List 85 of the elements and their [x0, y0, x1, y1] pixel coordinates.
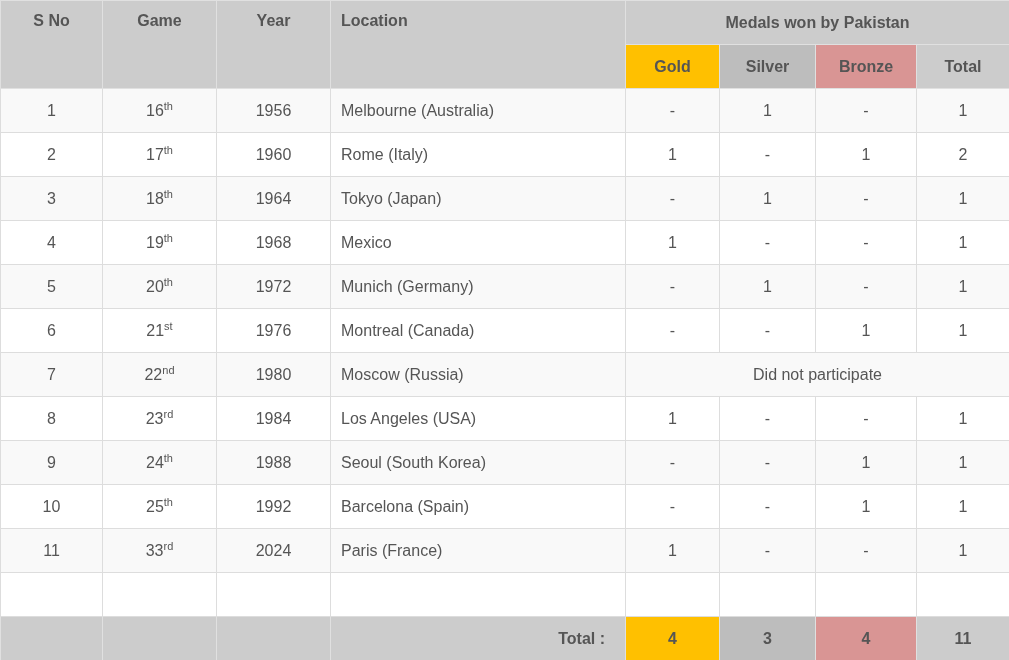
- table-cell: 1956: [216, 88, 331, 133]
- table-cell: 1: [625, 132, 720, 177]
- table-cell: -: [719, 132, 816, 177]
- table-cell: 4: [0, 220, 103, 265]
- table-cell: 10: [0, 484, 103, 529]
- column-header: Bronze: [815, 44, 917, 89]
- column-header: Year: [216, 0, 331, 89]
- table-cell: Munich (Germany): [330, 264, 626, 309]
- table-cell: 1: [815, 308, 917, 353]
- column-header: S No: [0, 0, 103, 89]
- table-cell: 1968: [216, 220, 331, 265]
- table-cell: 1: [625, 220, 720, 265]
- table-cell: -: [719, 440, 816, 485]
- table-cell: -: [815, 176, 917, 221]
- table-cell: 19$^{th}$: [102, 220, 217, 265]
- table-cell: 9: [0, 440, 103, 485]
- total-cell: 4: [815, 616, 917, 660]
- table-cell: -: [719, 484, 816, 529]
- table-cell: 1: [0, 88, 103, 133]
- table-cell: 24$^{th}$: [102, 440, 217, 485]
- table-cell: 1: [815, 440, 917, 485]
- table-cell: 25$^{th}$: [102, 484, 217, 529]
- table-cell: 21$^{st}$: [102, 308, 217, 353]
- table-cell: -: [625, 440, 720, 485]
- table-cell: 1: [815, 132, 917, 177]
- table-cell: Tokyo (Japan): [330, 176, 626, 221]
- table-cell: 1972: [216, 264, 331, 309]
- table-cell: 1976: [216, 308, 331, 353]
- table-cell: 3: [0, 176, 103, 221]
- table-cell: -: [815, 88, 917, 133]
- table-cell: Rome (Italy): [330, 132, 626, 177]
- table-cell: -: [815, 220, 917, 265]
- table-cell: -: [719, 528, 816, 573]
- table-cell: 1: [625, 396, 720, 441]
- table-cell: -: [625, 264, 720, 309]
- table-cell: Barcelona (Spain): [330, 484, 626, 529]
- table-cell: Moscow (Russia): [330, 352, 626, 397]
- column-header: Gold: [625, 44, 720, 89]
- table-cell: -: [719, 220, 816, 265]
- table-cell: Seoul (South Korea): [330, 440, 626, 485]
- column-header: Location: [330, 0, 626, 89]
- table-cell: 18$^{th}$: [102, 176, 217, 221]
- table-cell: 1: [719, 88, 816, 133]
- table-cell: -: [625, 176, 720, 221]
- table-cell: 1: [625, 528, 720, 573]
- table-cell: Los Angeles (USA): [330, 396, 626, 441]
- table-cell: 16$^{th}$: [102, 88, 217, 133]
- table-cell: 17$^{th}$: [102, 132, 217, 177]
- table-cell: 33$^{rd}$: [102, 528, 217, 573]
- table-cell: 1980: [216, 352, 331, 397]
- table-cell: -: [625, 484, 720, 529]
- table-cell: 1964: [216, 176, 331, 221]
- column-group-header: Medals won by Pakistan: [625, 0, 1009, 45]
- table-cell: 1: [719, 264, 816, 309]
- table-cell: 1: [719, 176, 816, 221]
- column-header: Game: [102, 0, 217, 89]
- table-cell: 6: [0, 308, 103, 353]
- table-cell: 20$^{th}$: [102, 264, 217, 309]
- table-cell: 1960: [216, 132, 331, 177]
- table-cell: -: [719, 396, 816, 441]
- table-cell: -: [625, 308, 720, 353]
- table-cell: 5: [0, 264, 103, 309]
- table-cell: Paris (France): [330, 528, 626, 573]
- table-cell: 23$^{rd}$: [102, 396, 217, 441]
- table-cell: -: [719, 308, 816, 353]
- total-cell: 4: [625, 616, 720, 660]
- table-cell: Melbourne (Australia): [330, 88, 626, 133]
- table-cell: 7: [0, 352, 103, 397]
- table-cell: 11: [0, 528, 103, 573]
- column-header: Silver: [719, 44, 816, 89]
- table-cell: -: [815, 264, 917, 309]
- table-cell: 2024: [216, 528, 331, 573]
- table-cell: 2: [0, 132, 103, 177]
- table-cell: -: [815, 528, 917, 573]
- table-cell: -: [815, 396, 917, 441]
- table-cell: 1992: [216, 484, 331, 529]
- total-cell: 3: [719, 616, 816, 660]
- table-cell: 1: [815, 484, 917, 529]
- table-cell: Montreal (Canada): [330, 308, 626, 353]
- table-cell: 8: [0, 396, 103, 441]
- table-cell: 22$^{nd}$: [102, 352, 217, 397]
- table-cell: 1984: [216, 396, 331, 441]
- table-cell: Mexico: [330, 220, 626, 265]
- table-cell: 1988: [216, 440, 331, 485]
- table-cell: -: [625, 88, 720, 133]
